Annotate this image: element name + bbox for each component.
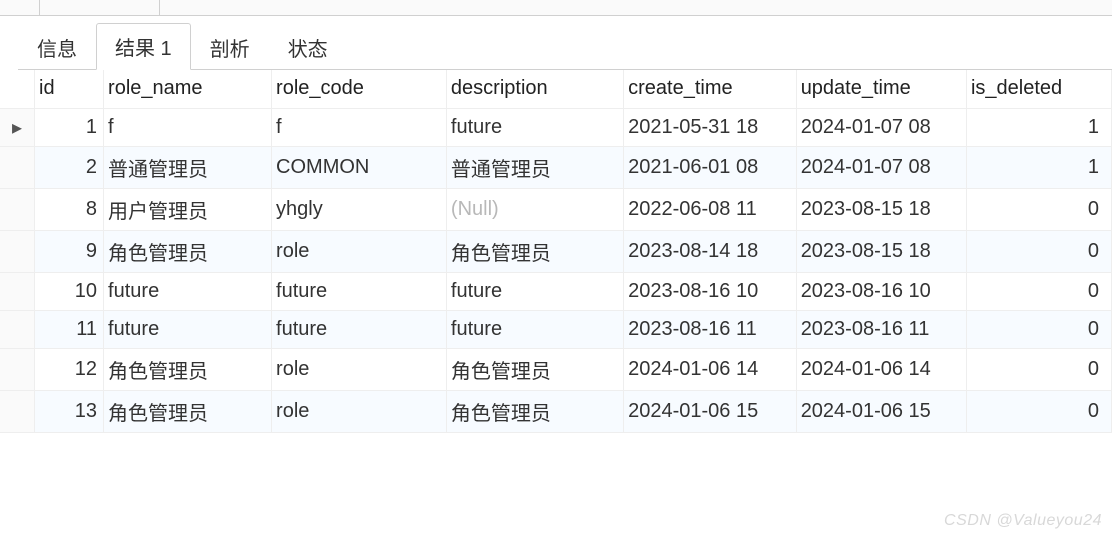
watermark: CSDN @Valueyou24 <box>944 512 1102 530</box>
cell-id[interactable]: 11 <box>35 310 104 348</box>
col-header-create-time[interactable]: create_time <box>624 70 797 108</box>
cell-create-time[interactable]: 2024-01-06 15 <box>624 390 797 432</box>
row-marker <box>0 390 35 432</box>
cell-role-name[interactable]: f <box>104 108 272 146</box>
cell-role-code[interactable]: COMMON <box>272 146 447 188</box>
row-marker <box>0 310 35 348</box>
cell-role-code[interactable]: role <box>272 390 447 432</box>
cell-role-code[interactable]: future <box>272 310 447 348</box>
col-header-description[interactable]: description <box>446 70 623 108</box>
cell-update-time[interactable]: 2023-08-16 11 <box>796 310 966 348</box>
cell-description[interactable]: 普通管理员 <box>446 146 623 188</box>
window-toolbar-placeholder <box>0 0 1112 16</box>
cell-create-time[interactable]: 2023-08-14 18 <box>624 230 797 272</box>
tab-status[interactable]: 状态 <box>269 24 347 70</box>
cell-description[interactable]: 角色管理员 <box>446 230 623 272</box>
table-row[interactable]: 10futurefuturefuture2023-08-16 102023-08… <box>0 272 1112 310</box>
cell-create-time[interactable]: 2021-06-01 08 <box>624 146 797 188</box>
cell-role-name[interactable]: 角色管理员 <box>104 230 272 272</box>
cell-is-deleted[interactable]: 0 <box>966 310 1111 348</box>
col-header-role-code[interactable]: role_code <box>272 70 447 108</box>
cell-role-code[interactable]: role <box>272 348 447 390</box>
cell-is-deleted[interactable]: 0 <box>966 230 1111 272</box>
row-marker <box>0 348 35 390</box>
cell-create-time[interactable]: 2024-01-06 14 <box>624 348 797 390</box>
table-row[interactable]: ▸1fffuture2021-05-31 182024-01-07 081 <box>0 108 1112 146</box>
cell-create-time[interactable]: 2023-08-16 10 <box>624 272 797 310</box>
cell-role-code[interactable]: future <box>272 272 447 310</box>
table-row[interactable]: 12角色管理员role角色管理员2024-01-06 142024-01-06 … <box>0 348 1112 390</box>
table-row[interactable]: 11futurefuturefuture2023-08-16 112023-08… <box>0 310 1112 348</box>
cell-id[interactable]: 1 <box>35 108 104 146</box>
row-marker: ▸ <box>0 108 35 146</box>
cell-update-time[interactable]: 2024-01-06 15 <box>796 390 966 432</box>
cell-role-name[interactable]: 用户管理员 <box>104 188 272 230</box>
cell-is-deleted[interactable]: 0 <box>966 348 1111 390</box>
tab-profile[interactable]: 剖析 <box>191 24 269 70</box>
cell-role-name[interactable]: 普通管理员 <box>104 146 272 188</box>
tab-result-1[interactable]: 结果 1 <box>96 23 191 70</box>
cell-description[interactable]: 角色管理员 <box>446 390 623 432</box>
cell-is-deleted[interactable]: 0 <box>966 390 1111 432</box>
row-marker <box>0 230 35 272</box>
cell-update-time[interactable]: 2024-01-07 08 <box>796 146 966 188</box>
cell-is-deleted[interactable]: 0 <box>966 272 1111 310</box>
result-grid[interactable]: id role_name role_code description creat… <box>0 70 1112 433</box>
cell-role-code[interactable]: f <box>272 108 447 146</box>
cell-description[interactable]: future <box>446 272 623 310</box>
row-marker <box>0 188 35 230</box>
cell-id[interactable]: 2 <box>35 146 104 188</box>
cell-description[interactable]: 角色管理员 <box>446 348 623 390</box>
cell-update-time[interactable]: 2024-01-06 14 <box>796 348 966 390</box>
col-header-role-name[interactable]: role_name <box>104 70 272 108</box>
col-header-update-time[interactable]: update_time <box>796 70 966 108</box>
cell-update-time[interactable]: 2024-01-07 08 <box>796 108 966 146</box>
cell-role-name[interactable]: future <box>104 310 272 348</box>
table-row[interactable]: 2普通管理员COMMON普通管理员2021-06-01 082024-01-07… <box>0 146 1112 188</box>
row-marker <box>0 146 35 188</box>
cell-id[interactable]: 10 <box>35 272 104 310</box>
cell-update-time[interactable]: 2023-08-15 18 <box>796 230 966 272</box>
table-row[interactable]: 9角色管理员role角色管理员2023-08-14 182023-08-15 1… <box>0 230 1112 272</box>
col-header-is-deleted[interactable]: is_deleted <box>966 70 1111 108</box>
cell-description[interactable]: future <box>446 310 623 348</box>
cell-update-time[interactable]: 2023-08-15 18 <box>796 188 966 230</box>
cell-is-deleted[interactable]: 1 <box>966 108 1111 146</box>
result-tabs: 信息 结果 1 剖析 状态 <box>18 16 1112 70</box>
cell-id[interactable]: 13 <box>35 390 104 432</box>
cell-is-deleted[interactable]: 0 <box>966 188 1111 230</box>
cell-id[interactable]: 8 <box>35 188 104 230</box>
cell-role-code[interactable]: role <box>272 230 447 272</box>
cell-description[interactable]: future <box>446 108 623 146</box>
cell-role-code[interactable]: yhgly <box>272 188 447 230</box>
table-row[interactable]: 13角色管理员role角色管理员2024-01-06 152024-01-06 … <box>0 390 1112 432</box>
col-header-id[interactable]: id <box>35 70 104 108</box>
cell-create-time[interactable]: 2022-06-08 11 <box>624 188 797 230</box>
cell-create-time[interactable]: 2021-05-31 18 <box>624 108 797 146</box>
cell-role-name[interactable]: 角色管理员 <box>104 348 272 390</box>
cell-description[interactable]: (Null) <box>446 188 623 230</box>
tab-info[interactable]: 信息 <box>18 24 96 70</box>
cell-is-deleted[interactable]: 1 <box>966 146 1111 188</box>
cell-role-name[interactable]: future <box>104 272 272 310</box>
row-marker-header <box>0 70 35 108</box>
cell-role-name[interactable]: 角色管理员 <box>104 390 272 432</box>
cell-create-time[interactable]: 2023-08-16 11 <box>624 310 797 348</box>
table-row[interactable]: 8用户管理员yhgly(Null)2022-06-08 112023-08-15… <box>0 188 1112 230</box>
row-marker <box>0 272 35 310</box>
cell-id[interactable]: 9 <box>35 230 104 272</box>
cell-id[interactable]: 12 <box>35 348 104 390</box>
cell-update-time[interactable]: 2023-08-16 10 <box>796 272 966 310</box>
grid-header: id role_name role_code description creat… <box>0 70 1112 108</box>
